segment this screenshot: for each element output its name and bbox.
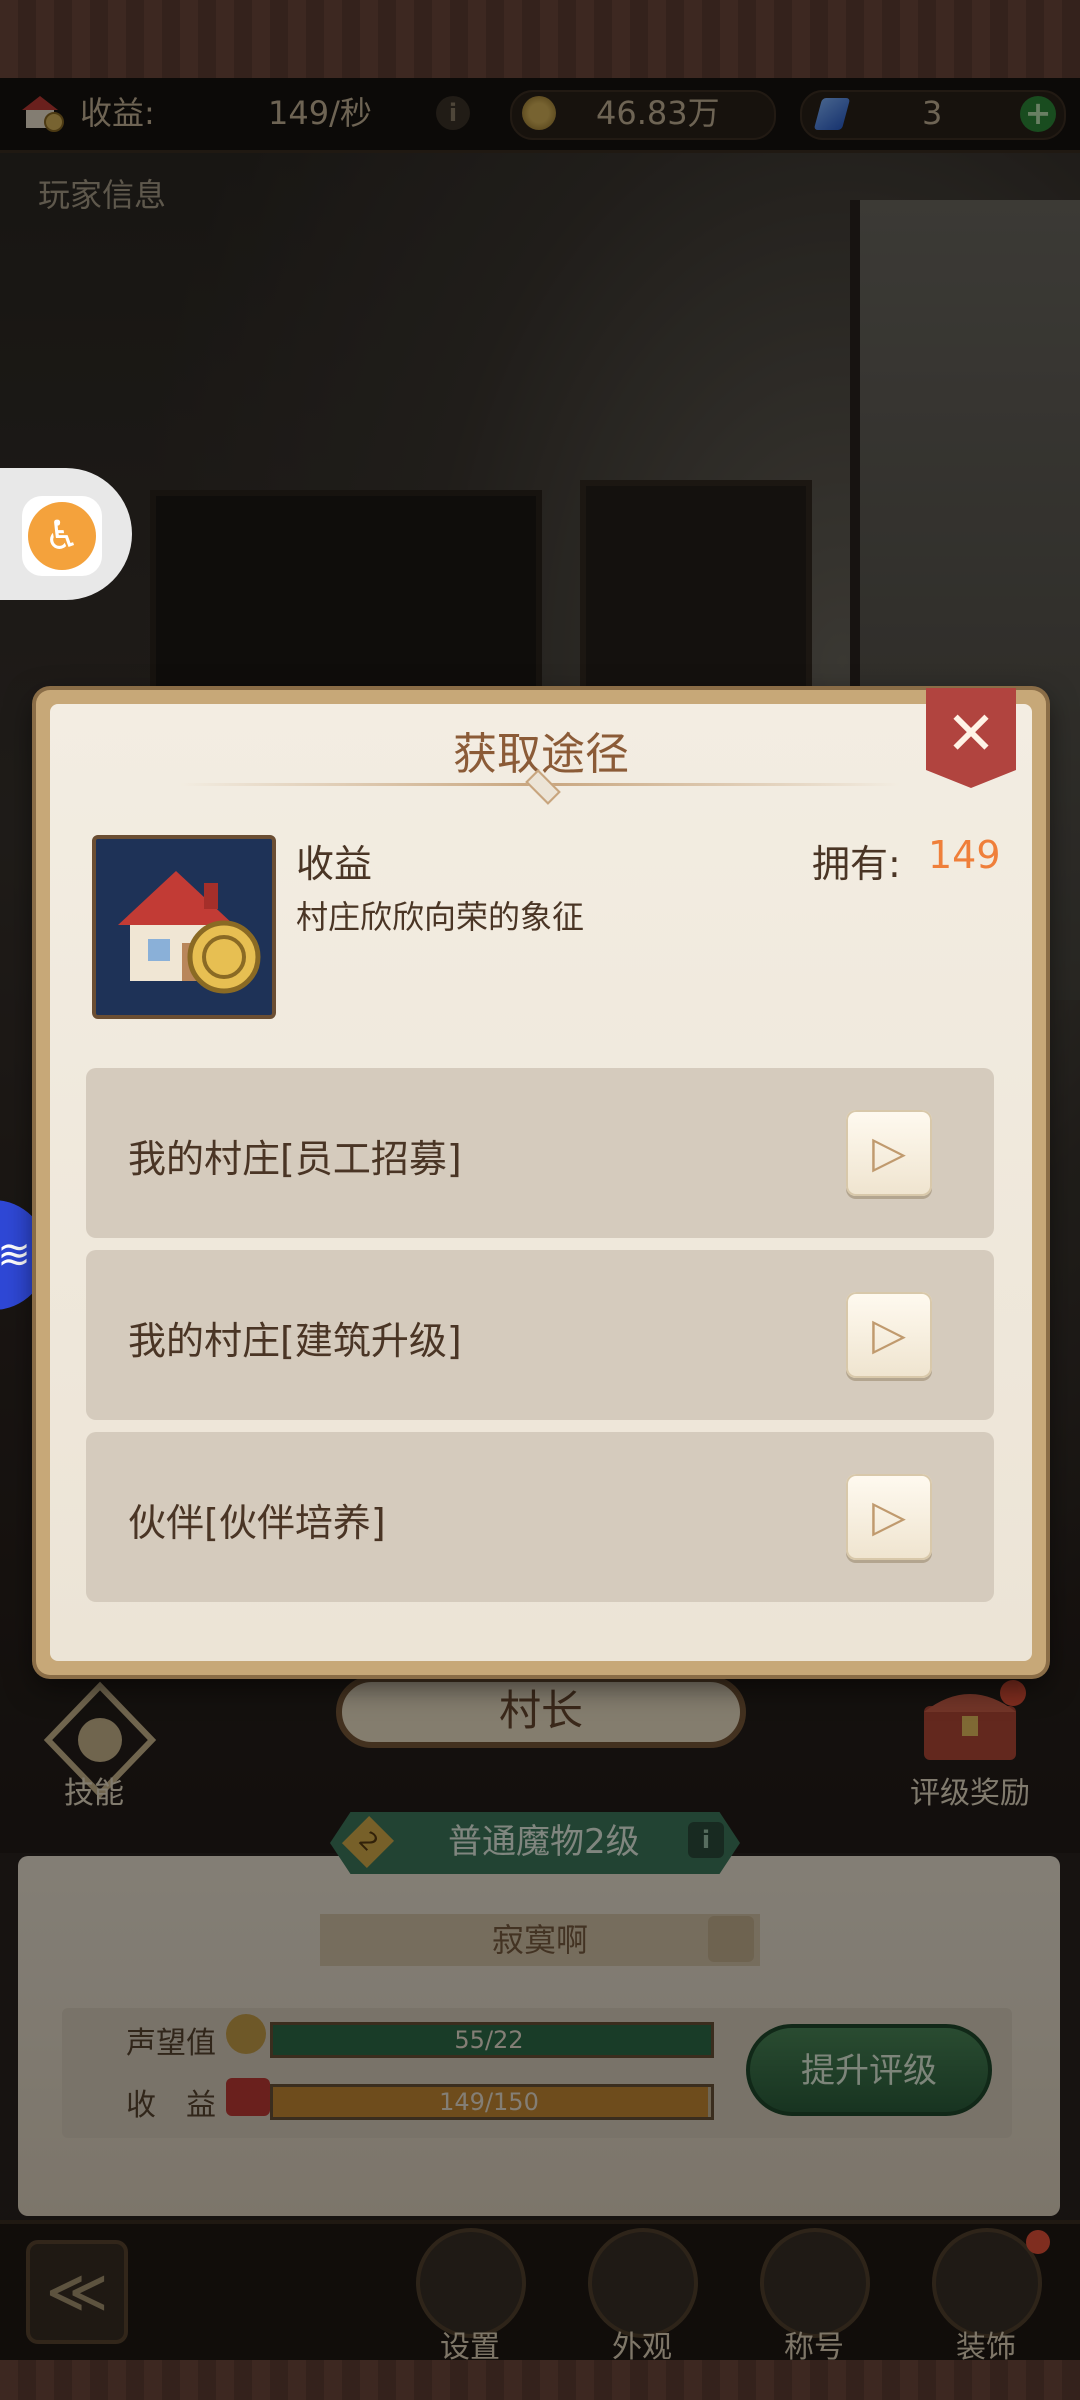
path-label: 伙伴[伙伴培养] bbox=[128, 1501, 386, 1545]
item-name: 收益 bbox=[296, 842, 373, 886]
go-button[interactable]: ▷ bbox=[846, 1292, 932, 1378]
arrow-right-icon: ▷ bbox=[872, 1309, 906, 1360]
path-label: 我的村庄[建筑升级] bbox=[128, 1319, 462, 1363]
accessibility-icon[interactable]: ♿ bbox=[28, 502, 96, 570]
close-icon[interactable]: ✕ bbox=[926, 698, 1016, 770]
owned-value: 149 bbox=[928, 833, 1001, 877]
go-button[interactable]: ▷ bbox=[846, 1110, 932, 1196]
go-button[interactable]: ▷ bbox=[846, 1474, 932, 1560]
arrow-right-icon: ▷ bbox=[872, 1491, 906, 1542]
owned-label: 拥有: bbox=[812, 842, 901, 886]
arrow-right-icon: ▷ bbox=[872, 1127, 906, 1178]
path-label: 我的村庄[员工招募] bbox=[128, 1137, 462, 1181]
item-description: 村庄欣欣向荣的象征 bbox=[296, 898, 585, 936]
house-coin-icon bbox=[92, 835, 276, 1019]
